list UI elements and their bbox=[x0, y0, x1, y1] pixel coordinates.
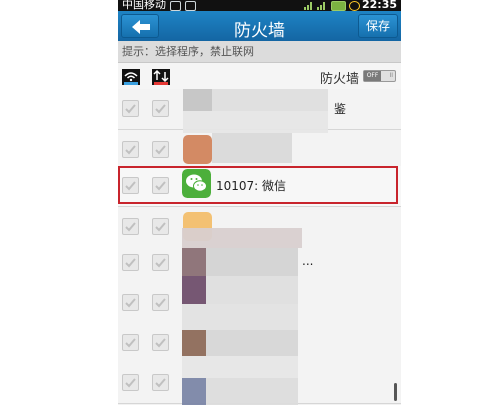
data-checkbox[interactable] bbox=[152, 141, 169, 158]
mobile-data-column-icon bbox=[152, 69, 170, 85]
wifi-checkbox[interactable] bbox=[122, 100, 139, 117]
save-button[interactable]: 保存 bbox=[358, 14, 398, 38]
data-checkbox[interactable] bbox=[152, 100, 169, 117]
privacy-mosaic bbox=[182, 304, 298, 330]
app-icon bbox=[183, 135, 212, 164]
wifi-checkbox[interactable] bbox=[122, 218, 139, 235]
privacy-mosaic bbox=[206, 378, 298, 405]
app-label: ... bbox=[302, 254, 314, 268]
privacy-mosaic bbox=[206, 330, 298, 356]
privacy-mosaic bbox=[182, 330, 206, 356]
privacy-mosaic bbox=[183, 111, 328, 133]
wifi-checkbox[interactable] bbox=[122, 141, 139, 158]
privacy-mosaic bbox=[182, 248, 206, 276]
data-checkbox[interactable] bbox=[152, 334, 169, 351]
privacy-mosaic bbox=[183, 89, 212, 111]
wifi-checkbox[interactable] bbox=[122, 374, 139, 391]
wifi-checkbox[interactable] bbox=[122, 254, 139, 271]
privacy-mosaic bbox=[212, 133, 292, 163]
wifi-signal-icon bbox=[304, 1, 314, 10]
privacy-mosaic bbox=[206, 276, 298, 304]
hint-text: 提示：选择程序，禁止联网 bbox=[118, 41, 401, 63]
firewall-label: 防火墙 bbox=[319, 72, 359, 87]
privacy-mosaic bbox=[212, 89, 328, 111]
privacy-mosaic bbox=[182, 276, 206, 304]
carrier-name: 中国移动 bbox=[122, 0, 166, 11]
battery-icon bbox=[331, 1, 346, 11]
toggle-on-label: II bbox=[389, 72, 393, 79]
clock: 22:35 bbox=[361, 0, 397, 11]
data-checkbox[interactable] bbox=[152, 374, 169, 391]
privacy-mosaic bbox=[206, 248, 298, 276]
wifi-checkbox[interactable] bbox=[122, 334, 139, 351]
firewall-toggle[interactable]: OFF II bbox=[363, 70, 396, 82]
data-checkbox[interactable] bbox=[152, 218, 169, 235]
app-notification-icon bbox=[185, 1, 196, 11]
title-bar: 防火墙 保存 bbox=[118, 11, 401, 41]
status-bar: 中国移动 22:35 bbox=[118, 0, 401, 11]
privacy-mosaic bbox=[182, 228, 302, 248]
cell-signal-icon bbox=[317, 1, 327, 10]
privacy-mosaic bbox=[182, 378, 206, 405]
wifi-checkbox[interactable] bbox=[122, 294, 139, 311]
list-header: 防火墙 OFF II bbox=[118, 63, 401, 90]
alarm-icon bbox=[349, 1, 360, 11]
data-checkbox[interactable] bbox=[152, 294, 169, 311]
wifi-column-icon bbox=[122, 69, 140, 85]
app-label: 鉴 bbox=[334, 102, 347, 116]
data-checkbox[interactable] bbox=[152, 254, 169, 271]
highlight-box bbox=[118, 166, 398, 204]
scrollbar[interactable] bbox=[394, 383, 397, 401]
notification-icon bbox=[170, 1, 181, 11]
toggle-off-label: OFF bbox=[364, 71, 381, 81]
privacy-mosaic bbox=[182, 356, 298, 378]
